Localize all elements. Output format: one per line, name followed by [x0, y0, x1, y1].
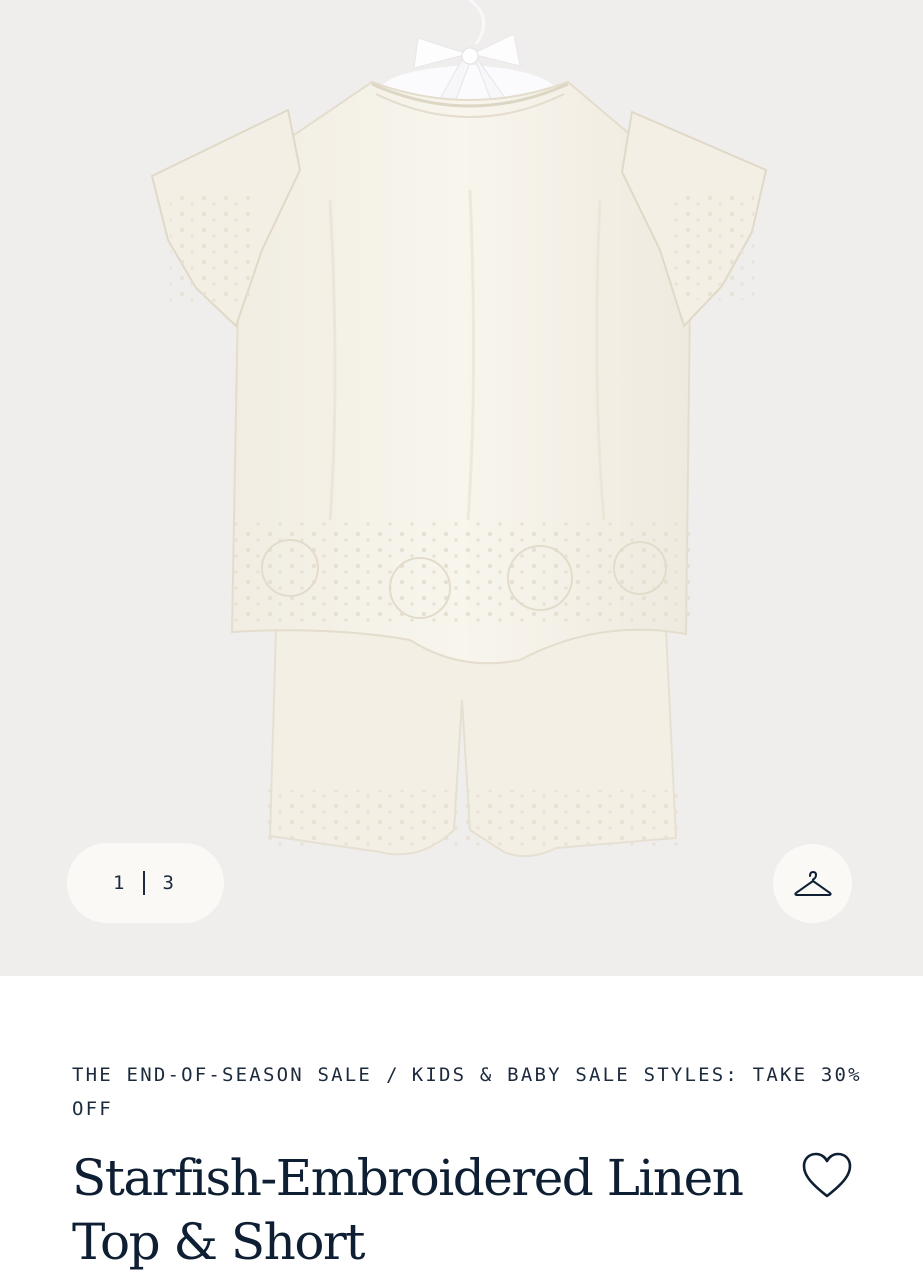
product-gallery[interactable]: 1 3	[0, 0, 923, 976]
current-image-index: 1	[113, 872, 125, 894]
counter-separator	[142, 871, 145, 895]
hanger-icon	[793, 870, 832, 896]
image-counter: 1 3	[67, 843, 224, 923]
product-title: Starfish-Embroidered Linen Top & Short	[72, 1149, 744, 1271]
breadcrumb-separator: /	[386, 1064, 400, 1086]
product-image	[150, 0, 768, 858]
hanger-button[interactable]	[773, 844, 852, 923]
breadcrumb: THE END-OF-SEASON SALE / KIDS & BABY SALE …	[72, 1058, 862, 1126]
breadcrumb-link-end-of-season-sale[interactable]: THE END-OF-SEASON SALE	[72, 1064, 372, 1086]
heart-icon	[802, 1152, 852, 1198]
total-images: 3	[162, 872, 174, 894]
favorite-button[interactable]	[800, 1150, 854, 1204]
